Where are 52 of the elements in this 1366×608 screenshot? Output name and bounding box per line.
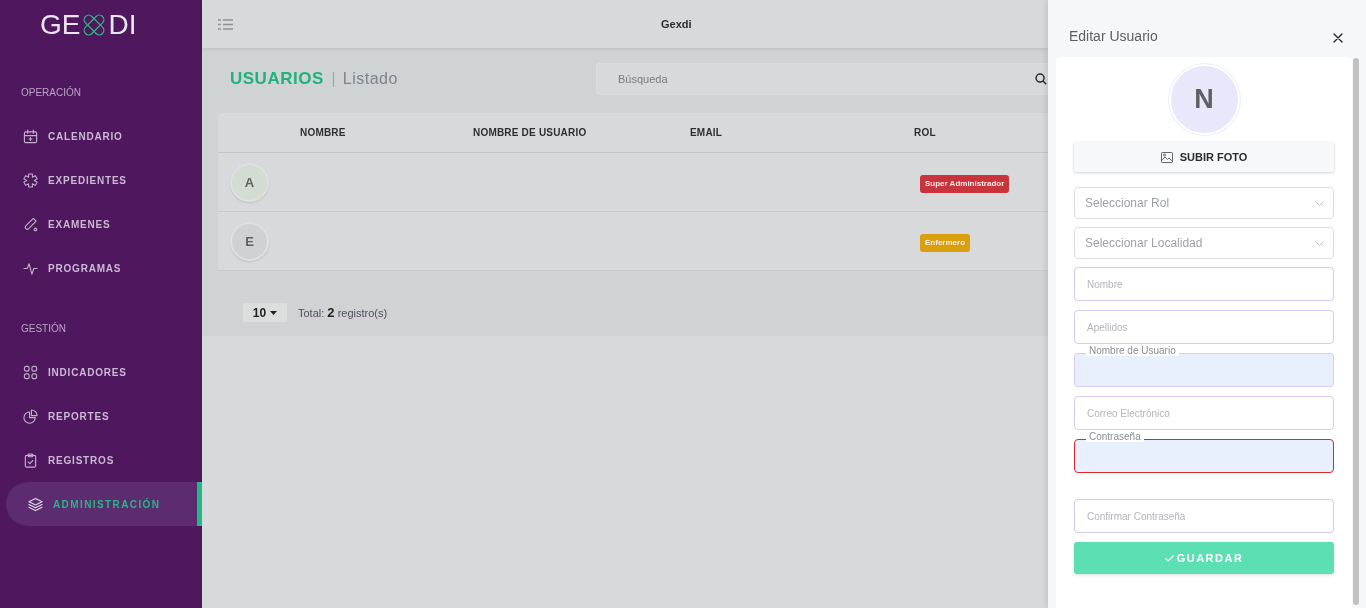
- clipboard-check-icon: [23, 452, 38, 468]
- role-badge: Super Administrador: [920, 174, 1010, 193]
- nav-item[interactable]: EXAMENES: [6, 202, 202, 246]
- search-field[interactable]: Búsqueda: [596, 63, 1048, 95]
- text-field[interactable]: Correo Electrónico: [1074, 396, 1334, 430]
- user-avatar: N: [1168, 64, 1240, 135]
- role-badge: Enfermero: [920, 233, 970, 252]
- column-header: NOMBRE DE USUARIO: [473, 127, 588, 138]
- pie-chart-icon: [23, 408, 38, 424]
- nav-item[interactable]: PROGRAMAS: [6, 246, 202, 290]
- calendar-icon: [23, 128, 38, 144]
- logo-text: DI: [108, 11, 137, 39]
- upload-photo-button[interactable]: SUBIR FOTO: [1074, 142, 1334, 172]
- nav-item[interactable]: REGISTROS: [6, 438, 202, 482]
- text-field[interactable]: Nombre: [1074, 267, 1334, 301]
- text-field[interactable]: Apellidos: [1074, 310, 1334, 344]
- field-label: Nombre de Usuario: [1086, 345, 1179, 356]
- layers-icon: [28, 496, 43, 512]
- column-header: NOMBRE: [300, 127, 347, 138]
- drawer-title: Editar Usuario: [1069, 27, 1158, 46]
- field-label: Contraseña: [1086, 431, 1144, 442]
- caret-icon: [270, 310, 278, 315]
- app-title: Gexdi: [661, 18, 692, 30]
- page-subtitle: Listado: [342, 70, 398, 88]
- user-avatar: A: [230, 162, 269, 202]
- nav-item[interactable]: EXPEDIENTES: [6, 158, 202, 202]
- close-button[interactable]: [1331, 31, 1345, 45]
- nav-item[interactable]: INDICADORES: [6, 350, 202, 394]
- close-icon: [1333, 33, 1343, 43]
- nav-item[interactable]: ADMINISTRACIÓN: [6, 482, 202, 526]
- logo-text: GE: [40, 11, 81, 39]
- asterisk-icon: [23, 172, 38, 188]
- total-count: Total: 2 registro(s): [298, 305, 388, 320]
- section-label: OPERACIÓN: [20, 85, 82, 100]
- page-title: USUARIOS: [229, 69, 324, 89]
- text-field[interactable]: Confirmar Contraseña: [1074, 499, 1334, 533]
- nav-item[interactable]: CALENDARIO: [6, 114, 202, 158]
- column-header: EMAIL: [690, 127, 724, 138]
- check-icon: [1164, 554, 1174, 562]
- chevron-down-icon: [1315, 240, 1324, 246]
- nav-item[interactable]: REPORTES: [6, 394, 202, 438]
- grid-icon: [23, 364, 38, 380]
- pulse-icon: [23, 260, 38, 276]
- chevron-down-icon: [1315, 200, 1324, 206]
- search-icon[interactable]: [1035, 73, 1047, 85]
- user-avatar: E: [230, 221, 269, 261]
- test-tube-icon: [23, 216, 38, 232]
- scrollbar[interactable]: [1353, 58, 1359, 605]
- per-page-select[interactable]: 10: [243, 303, 287, 322]
- section-label: GESTIÓN: [20, 321, 67, 336]
- column-header: ROL: [914, 127, 937, 138]
- image-icon: [1160, 151, 1173, 163]
